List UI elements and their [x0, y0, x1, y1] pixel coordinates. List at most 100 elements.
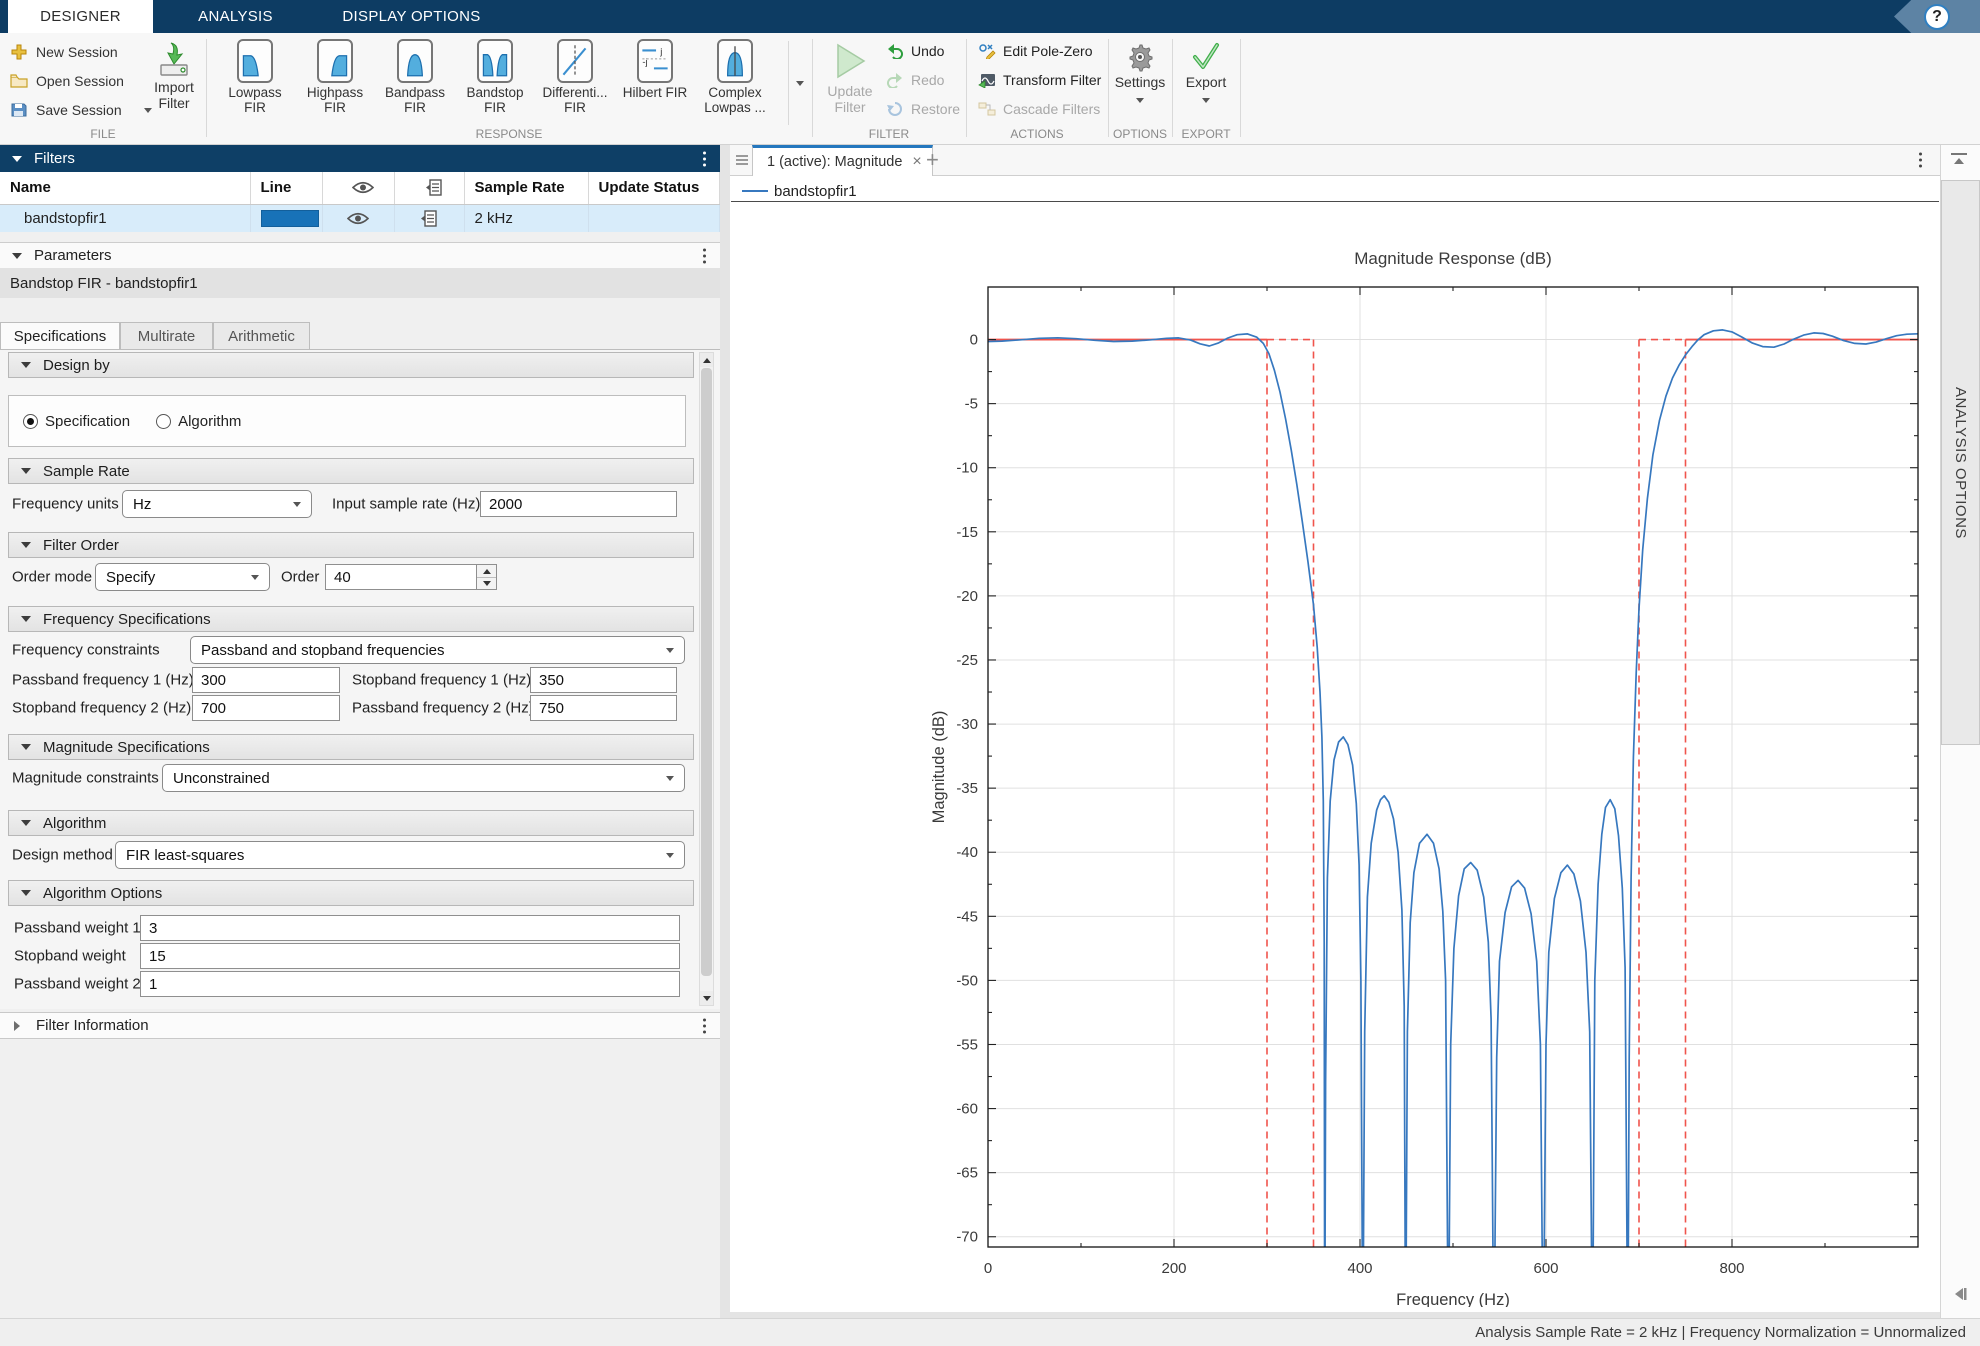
eye-icon [352, 180, 374, 195]
tab-drag-handle[interactable] [736, 153, 748, 167]
radio-specification[interactable]: Specification [23, 413, 130, 430]
undo-button[interactable]: Undo [886, 43, 944, 59]
filter-row-bandstopfir1[interactable]: bandstopfir1 2 kHz [0, 204, 720, 232]
response-hilbert-fir[interactable]: j -j Hilbert FIR [616, 39, 694, 125]
magnitude-constraints-dropdown[interactable]: Unconstrained [162, 764, 685, 792]
settings-button[interactable]: Settings [1108, 41, 1172, 108]
add-plot-tab-button[interactable]: + [926, 147, 939, 173]
transform-filter-button[interactable]: Transform Filter [978, 72, 1101, 88]
algorithm-section-header[interactable]: Algorithm [8, 810, 694, 836]
col-update-status[interactable]: Update Status [588, 172, 720, 204]
filter-order-section-header[interactable]: Filter Order [8, 532, 694, 558]
section-label-response: RESPONSE [206, 127, 812, 141]
passband-weight1-field[interactable] [140, 915, 680, 941]
sample-rate-section-header[interactable]: Sample Rate [8, 458, 694, 484]
collapse-ribbon-icon[interactable] [1951, 153, 1967, 165]
new-session-plus-icon [10, 44, 28, 60]
row-info-doc-icon[interactable] [420, 210, 438, 227]
magnitude-tab[interactable]: 1 (active): Magnitude × [752, 145, 933, 176]
tab-arithmetic[interactable]: Arithmetic [213, 322, 310, 350]
complex-lowpass-icon [717, 39, 753, 83]
tab-analysis[interactable]: ANALYSIS [153, 0, 318, 33]
svg-text:-40: -40 [956, 844, 978, 861]
export-button[interactable]: Export [1172, 41, 1240, 108]
cascade-filters-button[interactable]: Cascade Filters [978, 101, 1100, 117]
frequency-specs-section-header[interactable]: Frequency Specifications [8, 606, 694, 632]
col-sample-rate[interactable]: Sample Rate [464, 172, 588, 204]
input-sample-rate-field[interactable] [480, 491, 677, 517]
response-bandpass-fir[interactable]: Bandpass FIR [376, 39, 454, 125]
passband-weight2-field[interactable] [140, 971, 680, 997]
order-field[interactable] [325, 564, 477, 590]
response-differentiator-fir[interactable]: Differenti... FIR [536, 39, 614, 125]
section-label-filter: FILTER [812, 127, 966, 141]
parameters-scrollbar[interactable] [699, 352, 714, 1006]
plot-menu-icon[interactable] [1915, 151, 1926, 170]
parameters-subtitle: Bandstop FIR - bandstopfir1 [0, 268, 720, 298]
scrollbar-thumb[interactable] [701, 368, 712, 976]
parameters-menu-icon[interactable] [699, 246, 710, 265]
frequency-constraints-dropdown[interactable]: Passband and stopband frequencies [190, 636, 685, 664]
col-visibility[interactable] [322, 172, 394, 204]
passband-freq1-field[interactable] [192, 667, 340, 693]
svg-text:-20: -20 [956, 588, 978, 605]
export-dropdown-icon [1202, 98, 1210, 103]
design-by-section-header[interactable]: Design by [8, 352, 694, 378]
magnitude-specs-section-header[interactable]: Magnitude Specifications [8, 734, 694, 760]
order-mode-dropdown[interactable]: Specify [95, 563, 270, 591]
passband-weight1-label: Passband weight 1 [14, 920, 141, 937]
redo-button[interactable]: Redo [886, 72, 944, 88]
expand-filter-information-icon [14, 1021, 20, 1031]
visibility-eye-icon[interactable] [347, 211, 369, 226]
svg-text:-15: -15 [956, 524, 978, 541]
col-info[interactable] [394, 172, 464, 204]
scroll-down-icon[interactable] [700, 991, 713, 1005]
order-spin-up-icon[interactable] [483, 569, 491, 574]
col-name[interactable]: Name [0, 172, 250, 204]
save-session-button[interactable]: Save Session [10, 101, 152, 119]
response-lowpass-fir[interactable]: Lowpass FIR [216, 39, 294, 125]
radio-algorithm[interactable]: Algorithm [156, 413, 241, 430]
frequency-units-dropdown[interactable]: Hz [122, 490, 312, 518]
response-highpass-fir[interactable]: Highpass FIR [296, 39, 374, 125]
settings-label: Settings [1108, 74, 1172, 90]
dock-panel-icon[interactable] [1951, 1285, 1969, 1303]
response-complex-lowpass[interactable]: Complex Lowpas ... [696, 39, 774, 125]
stopband-weight-field[interactable] [140, 943, 680, 969]
update-filter-button[interactable]: Update Filter [822, 41, 878, 115]
tab-multirate[interactable]: Multirate [120, 322, 213, 350]
new-session-button[interactable]: New Session [10, 43, 118, 61]
parameters-header[interactable]: Parameters [0, 242, 720, 268]
bandstop-icon [477, 39, 513, 83]
col-line[interactable]: Line [250, 172, 322, 204]
scroll-up-icon[interactable] [700, 353, 713, 367]
design-method-dropdown[interactable]: FIR least-squares [115, 841, 685, 869]
passband-freq2-field[interactable] [530, 695, 677, 721]
filter-information-menu-icon[interactable] [699, 1016, 710, 1035]
toolstrip-tabbar: DESIGNER ANALYSIS DISPLAY OPTIONS ? [0, 0, 1980, 33]
tab-specifications[interactable]: Specifications [0, 322, 120, 350]
help-button[interactable]: ? [1894, 0, 1980, 33]
edit-pole-zero-button[interactable]: Edit Pole-Zero [978, 43, 1092, 59]
response-bandstop-fir[interactable]: Bandstop FIR [456, 39, 534, 125]
tab-designer[interactable]: DESIGNER [8, 0, 153, 33]
tab-display-options[interactable]: DISPLAY OPTIONS [318, 0, 505, 33]
import-filter-button[interactable]: Import Filter [148, 41, 200, 111]
order-spinner[interactable] [477, 564, 497, 590]
algorithm-options-section-header[interactable]: Algorithm Options [8, 880, 694, 906]
close-tab-icon[interactable]: × [912, 153, 921, 171]
filter-information-header[interactable]: Filter Information [0, 1012, 720, 1039]
filters-header[interactable]: Filters [0, 145, 720, 172]
stopband-freq2-field[interactable] [192, 695, 340, 721]
filter-name-cell[interactable]: bandstopfir1 [0, 204, 250, 232]
response-gallery-expand-button[interactable] [788, 41, 810, 125]
legend-label[interactable]: bandstopfir1 [774, 183, 857, 200]
line-color-swatch[interactable] [261, 210, 319, 227]
analysis-options-tab[interactable]: ANALYSIS OPTIONS [1941, 180, 1980, 745]
filters-menu-icon[interactable] [699, 149, 710, 168]
order-spin-down-icon[interactable] [483, 581, 491, 586]
open-session-button[interactable]: Open Session [10, 72, 124, 90]
magnitude-response-plot[interactable]: 02004006008000-5-10-15-20-25-30-35-40-45… [928, 277, 1940, 1307]
restore-button[interactable]: Restore [886, 101, 960, 117]
stopband-freq1-field[interactable] [530, 667, 677, 693]
